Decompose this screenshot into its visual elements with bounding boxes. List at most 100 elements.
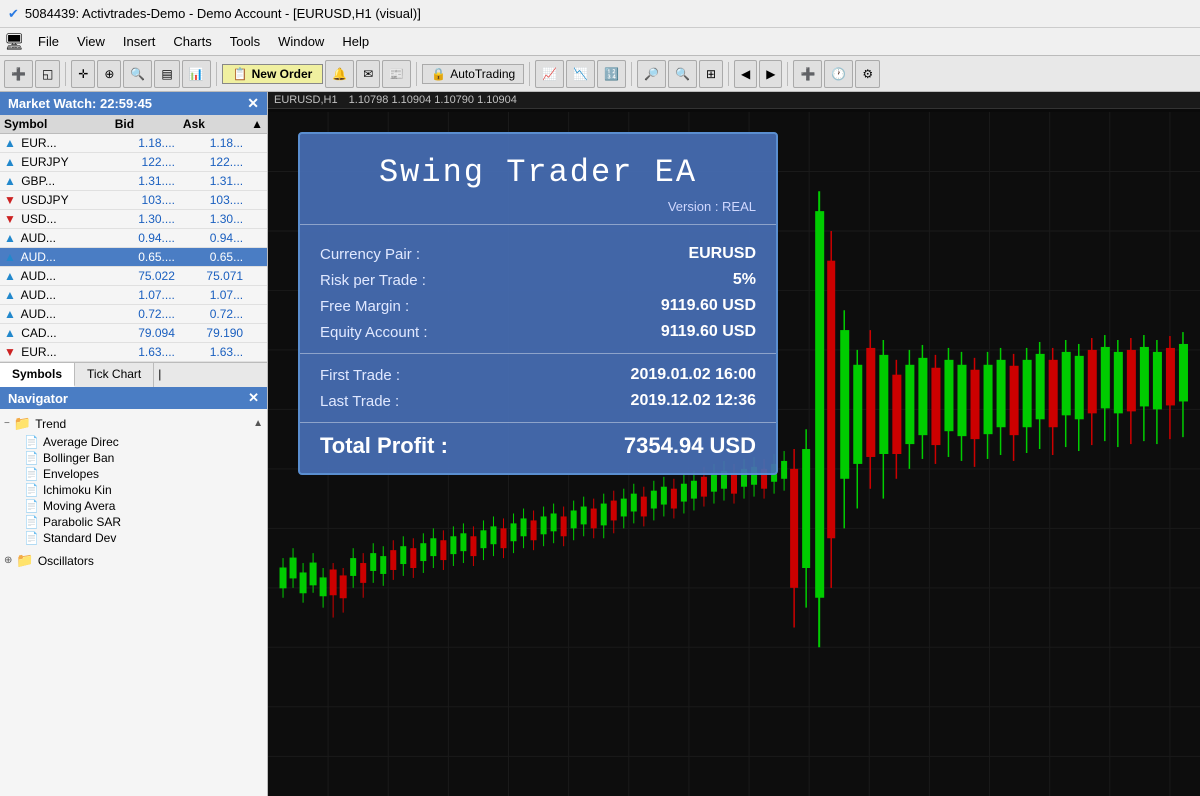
toolbar-zoom-btn[interactable]: 🔍 — [123, 60, 152, 88]
market-watch-row[interactable]: ▼ USDJPY 103.... 103.... — [0, 191, 267, 210]
indicator-icon-5: 📄 — [24, 515, 39, 529]
bid-cell: 1.07.... — [111, 286, 179, 305]
toolbar-clock-btn[interactable]: 🕐 — [824, 60, 853, 88]
nav-sub-item-5[interactable]: 📄 Parabolic SAR — [24, 514, 263, 530]
currency-pair-value: EURUSD — [688, 245, 756, 263]
new-order-button[interactable]: 📋 New Order — [222, 64, 324, 84]
total-profit-value: 7354.94 USD — [624, 433, 756, 459]
ask-cell: 1.18... — [179, 134, 247, 153]
market-watch-row[interactable]: ▼ EUR... 1.63.... 1.63... — [0, 343, 267, 362]
overlay-panel: Swing Trader EA Version : REAL Currency … — [298, 132, 778, 475]
symbol-cell: ▲ EUR... — [0, 134, 111, 153]
market-watch-row[interactable]: ▲ AUD... 0.72.... 0.72... — [0, 305, 267, 324]
navigator-body: − 📁 Trend ▲ 📄 Average Direc 📄 Bollinger … — [0, 409, 267, 796]
market-watch-row[interactable]: ▲ CAD... 79.094 79.190 — [0, 324, 267, 343]
nav-sub-item-1[interactable]: 📄 Bollinger Ban — [24, 450, 263, 466]
market-watch-row[interactable]: ▲ AUD... 1.07.... 1.07... — [0, 286, 267, 305]
ask-cell: 75.071 — [179, 267, 247, 286]
title-text: 5084439: Activtrades-Demo - Demo Account… — [25, 6, 421, 21]
toolbar-zoom-in-btn[interactable]: 🔎 — [637, 60, 666, 88]
toolbar-fib-btn[interactable]: 🔢 — [597, 60, 626, 88]
toolbar-period-btn[interactable]: ▤ — [154, 60, 179, 88]
market-watch-scroll[interactable]: Symbol Bid Ask ▲ ▲ EUR... 1.18.... 1.18.… — [0, 115, 267, 362]
toolbar-trend-btn[interactable]: 📈 — [535, 60, 564, 88]
bid-cell: 79.094 — [111, 324, 179, 343]
overlay-title: Swing Trader EA — [300, 134, 776, 199]
market-watch-title: Market Watch: 22:59:45 — [8, 96, 152, 111]
toolbar-zoom-out-btn[interactable]: 🔍 — [668, 60, 697, 88]
toolbar-sep-3 — [416, 62, 417, 86]
market-watch-close-button[interactable]: ✕ — [247, 95, 259, 112]
toolbar-cursor-btn[interactable]: ✛ — [71, 60, 95, 88]
arrow-up-icon: ▲ — [4, 231, 16, 245]
nav-sub-item-4[interactable]: 📄 Moving Avera — [24, 498, 263, 514]
symbol-cell: ▲ AUD... — [0, 267, 111, 286]
last-trade-label: Last Trade : — [320, 393, 399, 410]
bid-cell: 122.... — [111, 153, 179, 172]
market-watch-panel: Market Watch: 22:59:45 ✕ Symbol Bid Ask … — [0, 92, 267, 387]
indicator-label-6: Standard Dev — [43, 531, 116, 545]
toolbar-scroll-right-btn[interactable]: ▶ — [759, 60, 782, 88]
menu-tools[interactable]: Tools — [222, 32, 268, 51]
toolbar-news-btn[interactable]: 📰 — [382, 60, 411, 88]
tab-tick-chart[interactable]: Tick Chart — [75, 363, 154, 387]
market-watch-row[interactable]: ▼ USD... 1.30.... 1.30... — [0, 210, 267, 229]
toolbar-crosshair-btn[interactable]: ⊕ — [97, 60, 121, 88]
toolbar-channel-btn[interactable]: 📉 — [566, 60, 595, 88]
indicator-icon-6: 📄 — [24, 531, 39, 545]
symbol-cell: ▲ EURJPY — [0, 153, 111, 172]
menu-window[interactable]: Window — [270, 32, 332, 51]
toolbar-props-btn[interactable]: ⊞ — [699, 60, 723, 88]
menu-view[interactable]: View — [69, 32, 113, 51]
toolbar-arrow-btn[interactable]: ◱ — [35, 60, 60, 88]
symbol-cell: ▼ EUR... — [0, 343, 111, 362]
menu-file[interactable]: File — [30, 32, 67, 51]
tab-symbols[interactable]: Symbols — [0, 363, 75, 387]
overlay-row-free-margin: Free Margin : 9119.60 USD — [320, 293, 756, 319]
toolbar-plus-btn[interactable]: ➕ — [4, 60, 33, 88]
toolbar-scroll-left-btn[interactable]: ◀ — [734, 60, 757, 88]
nav-sub-item-2[interactable]: 📄 Envelopes — [24, 466, 263, 482]
menu-charts[interactable]: Charts — [165, 32, 219, 51]
nav-item-oscillators[interactable]: ⊕ 📁 Oscillators — [4, 550, 263, 571]
navigator-close-button[interactable]: ✕ — [248, 390, 259, 406]
scroll-up-icon[interactable]: ▲ — [253, 418, 263, 429]
nav-sub-item-6[interactable]: 📄 Standard Dev — [24, 530, 263, 546]
nav-oscillators-label: Oscillators — [38, 554, 94, 568]
market-watch-row[interactable]: ▲ GBP... 1.31.... 1.31... — [0, 172, 267, 191]
nav-item-trend[interactable]: − 📁 Trend ▲ — [4, 413, 263, 434]
first-trade-label: First Trade : — [320, 367, 400, 384]
market-watch-row[interactable]: ▲ EURJPY 122.... 122.... — [0, 153, 267, 172]
navigator-panel: Navigator ✕ − 📁 Trend ▲ 📄 Average Direc — [0, 387, 267, 796]
navigator-title: Navigator — [8, 391, 68, 406]
market-watch-row[interactable]: ▲ AUD... 75.022 75.071 — [0, 267, 267, 286]
toolbar-chart-btn[interactable]: 📊 — [182, 60, 211, 88]
auto-trading-button[interactable]: 🔒 AutoTrading — [422, 64, 524, 84]
indicator-label-0: Average Direc — [43, 435, 119, 449]
market-watch-row[interactable]: ▲ EUR... 1.18.... 1.18... — [0, 134, 267, 153]
toolbar-settings-btn[interactable]: ⚙ — [855, 60, 880, 88]
nav-sub-item-0[interactable]: 📄 Average Direc — [24, 434, 263, 450]
main-layout: Market Watch: 22:59:45 ✕ Symbol Bid Ask … — [0, 92, 1200, 796]
toolbar-add-btn[interactable]: ➕ — [793, 60, 822, 88]
equity-value: 9119.60 USD — [661, 323, 756, 341]
app-menu-icon: 🖥 — [4, 32, 24, 52]
menu-help[interactable]: Help — [334, 32, 377, 51]
ask-cell: 1.07... — [179, 286, 247, 305]
app-icon: ✔ — [8, 6, 19, 22]
arrow-up-icon: ▲ — [4, 326, 16, 340]
indicator-label-3: Ichimoku Kin — [43, 483, 112, 497]
market-watch-table: Symbol Bid Ask ▲ ▲ EUR... 1.18.... 1.18.… — [0, 115, 267, 362]
market-watch-row[interactable]: ▲ AUD... 0.94.... 0.94... — [0, 229, 267, 248]
menu-insert[interactable]: Insert — [115, 32, 164, 51]
toolbar-mail-btn[interactable]: ✉ — [356, 60, 380, 88]
nav-sub-item-3[interactable]: 📄 Ichimoku Kin — [24, 482, 263, 498]
col-scroll[interactable]: ▲ — [247, 115, 267, 134]
title-bar: ✔ 5084439: Activtrades-Demo - Demo Accou… — [0, 0, 1200, 28]
arrow-up-icon: ▲ — [4, 155, 16, 169]
chart-area[interactable]: EURUSD,H1 1.10798 1.10904 1.10790 1.1090… — [268, 92, 1200, 796]
symbol-cell: ▼ USDJPY — [0, 191, 111, 210]
market-watch-row[interactable]: ▲ AUD... 0.65.... 0.65... — [0, 248, 267, 267]
symbol-cell: ▲ AUD... — [0, 229, 111, 248]
toolbar-alert-btn[interactable]: 🔔 — [325, 60, 354, 88]
